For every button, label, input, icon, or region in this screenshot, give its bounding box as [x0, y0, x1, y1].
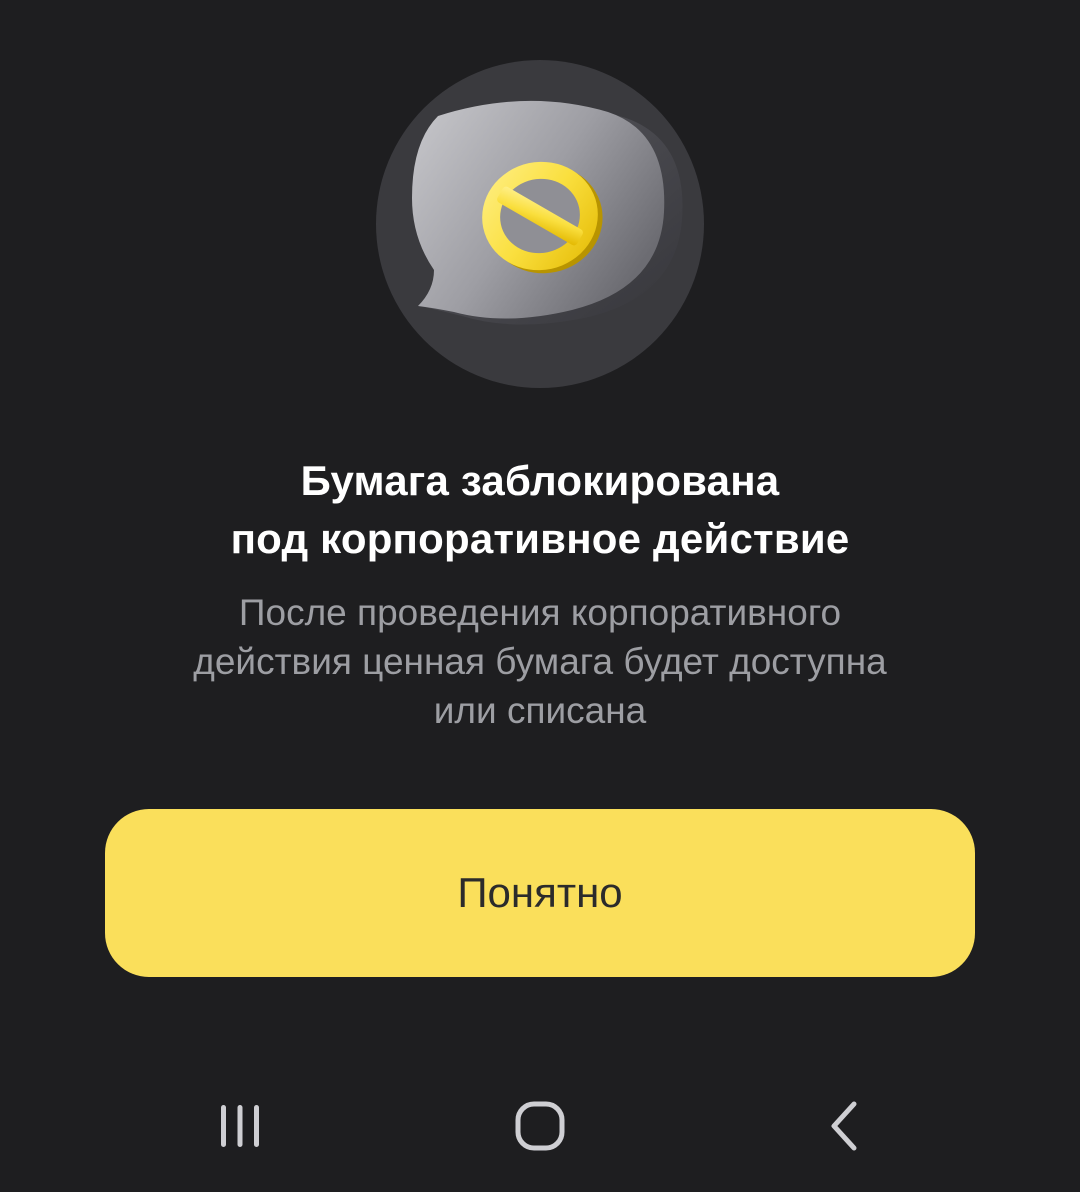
dialog-description: После проведения корпоративного действия… — [110, 588, 970, 735]
confirm-button[interactable]: Понятно — [105, 809, 975, 977]
dialog-description-line: или списана — [433, 690, 647, 731]
blocked-security-dialog: Бумага заблокирована под корпоративное д… — [0, 0, 1080, 1192]
blocked-message-icon — [376, 60, 704, 388]
home-icon — [515, 1101, 565, 1151]
dialog-title-line: Бумага заблокирована — [300, 457, 780, 504]
dialog-description-line: действия ценная бумага будет доступна — [193, 641, 887, 682]
home-button[interactable] — [480, 1090, 600, 1162]
recents-button[interactable] — [180, 1090, 300, 1162]
back-icon — [831, 1101, 857, 1151]
dialog-description-line: После проведения корпоративного — [238, 592, 842, 633]
dialog-title-line: под корпоративное действие — [230, 515, 850, 562]
dialog-title: Бумага заблокирована под корпоративное д… — [0, 452, 1080, 568]
back-button[interactable] — [784, 1090, 904, 1162]
recents-icon — [221, 1105, 259, 1147]
system-navigation-bar — [0, 1060, 1080, 1192]
